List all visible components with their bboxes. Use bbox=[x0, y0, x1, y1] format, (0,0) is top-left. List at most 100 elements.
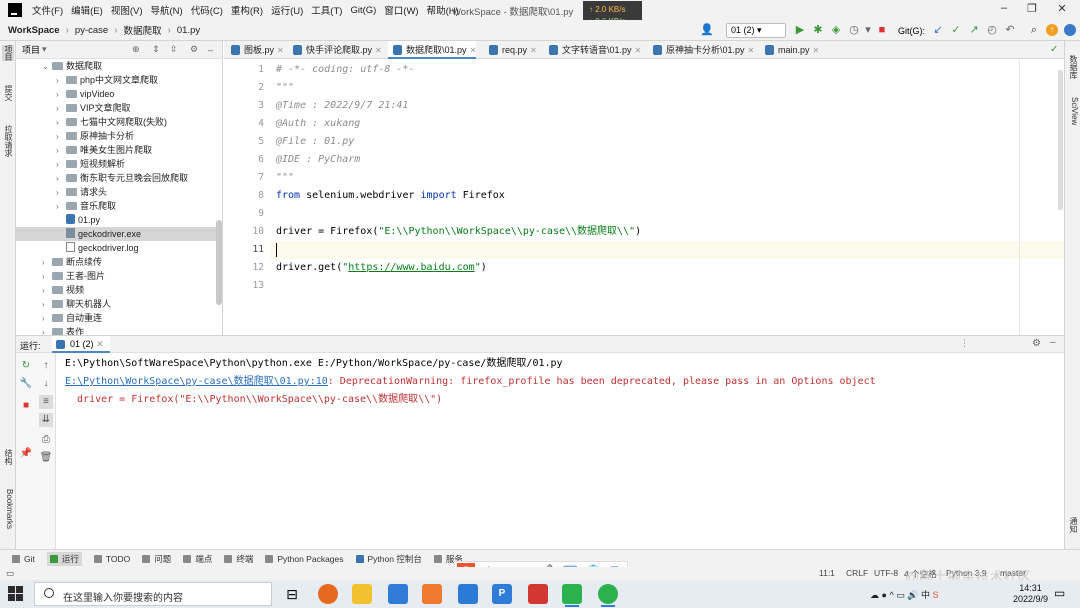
soft-wrap-icon[interactable]: ≡ bbox=[39, 395, 53, 409]
chevron-right-icon[interactable]: › bbox=[42, 256, 52, 270]
notification-center-icon[interactable]: ▭ bbox=[1054, 586, 1065, 600]
breadcrumb-py-case[interactable]: py-case bbox=[75, 25, 108, 36]
breadcrumb-workspace[interactable]: WorkSpace bbox=[8, 25, 60, 36]
tool-python-console[interactable]: Python 控制台 bbox=[355, 553, 422, 565]
tree-item[interactable]: 01.py bbox=[16, 213, 216, 227]
project-header-label[interactable]: 项目 bbox=[22, 43, 40, 56]
chevron-right-icon[interactable]: › bbox=[42, 284, 52, 298]
chevron-right-icon[interactable]: › bbox=[42, 326, 52, 335]
tool-run[interactable]: 运行 bbox=[46, 551, 82, 566]
tree-item[interactable]: › 短视频解析 bbox=[16, 157, 216, 171]
editor-scrollbar[interactable] bbox=[1058, 70, 1063, 210]
git-push-icon[interactable]: ↗ bbox=[968, 24, 980, 36]
menu-run[interactable]: 运行(U) bbox=[267, 3, 307, 17]
inspection-ok-icon[interactable]: ✓ bbox=[1050, 44, 1058, 55]
close-tab-icon[interactable]: ✕ bbox=[748, 46, 755, 55]
tree-item[interactable]: › 表作 bbox=[16, 325, 216, 335]
more-options-icon[interactable]: ⋮ bbox=[960, 338, 969, 349]
stripe-notifications[interactable]: 通知 bbox=[1067, 517, 1079, 533]
git-history-icon[interactable]: ◴ bbox=[986, 24, 998, 36]
pycharm-taskbar-icon[interactable] bbox=[562, 584, 582, 607]
wechat-icon[interactable] bbox=[598, 584, 618, 607]
chevron-right-icon[interactable]: › bbox=[42, 270, 52, 284]
gear-icon[interactable]: ⚙ bbox=[190, 44, 198, 55]
close-tab-icon[interactable]: ✕ bbox=[375, 46, 382, 55]
tree-item[interactable]: geckodriver.exe bbox=[16, 227, 216, 241]
git-rollback-icon[interactable]: ↶ bbox=[1004, 24, 1016, 36]
scroll-to-end-icon[interactable]: ⇊ bbox=[39, 413, 53, 427]
tree-item[interactable]: › 音乐爬取 bbox=[16, 199, 216, 213]
minimize-icon[interactable]: – bbox=[996, 2, 1012, 14]
run-config-select[interactable]: 01 (2) ▾ bbox=[726, 23, 786, 38]
task-view-icon[interactable]: ⊟ bbox=[282, 584, 302, 604]
menu-edit[interactable]: 编辑(E) bbox=[67, 3, 107, 17]
chevron-down-icon[interactable]: ▾ bbox=[42, 44, 47, 55]
hide-panel-icon[interactable]: – bbox=[1050, 337, 1056, 348]
stop-icon[interactable]: ■ bbox=[19, 399, 33, 413]
print-icon[interactable]: ⎙ bbox=[39, 433, 53, 447]
close-tab-icon[interactable]: ✕ bbox=[96, 339, 104, 349]
tree-item[interactable]: › 请求头 bbox=[16, 185, 216, 199]
tree-item[interactable]: › 王者-图片 bbox=[16, 269, 216, 283]
close-tab-icon[interactable]: ✕ bbox=[635, 46, 642, 55]
tree-item[interactable]: › 自动重连 bbox=[16, 311, 216, 325]
store-icon[interactable] bbox=[388, 584, 408, 604]
tree-item[interactable]: › 七猫中文网爬取(失败) bbox=[16, 115, 216, 129]
app-red-icon[interactable] bbox=[528, 584, 548, 604]
network-icon[interactable]: ▭ bbox=[896, 590, 905, 600]
app-orange-icon[interactable] bbox=[422, 584, 442, 604]
close-tab-icon[interactable]: ✕ bbox=[530, 46, 537, 55]
updates-icon[interactable]: ↑ bbox=[1046, 24, 1058, 36]
close-tab-icon[interactable]: ✕ bbox=[470, 46, 477, 55]
menu-code[interactable]: 代码(C) bbox=[187, 3, 227, 17]
maximize-icon[interactable]: ❐ bbox=[1024, 2, 1040, 15]
status-caret-position[interactable]: 11:1 bbox=[819, 568, 835, 578]
run-console[interactable]: E:\Python\SoftWareSpace\Python\python.ex… bbox=[56, 353, 1064, 549]
collapse-icon[interactable]: ⇳ bbox=[170, 44, 178, 55]
console-file-link[interactable]: E:\Python\WorkSpace\py-case\数据爬取\01.py:1… bbox=[65, 376, 328, 387]
git-commit-icon[interactable]: ✓ bbox=[950, 24, 962, 36]
tool-python-packages[interactable]: Python Packages bbox=[265, 554, 344, 564]
code-editor[interactable]: # -*- coding: utf-8 -*- """ @Time : 2022/9… bbox=[270, 59, 1064, 335]
chevron-right-icon[interactable]: › bbox=[56, 102, 66, 116]
chevron-down-icon[interactable]: ⌄ bbox=[42, 60, 52, 74]
scroll-down-icon[interactable]: ↓ bbox=[39, 377, 53, 391]
breadcrumb-folder[interactable]: 数据爬取 bbox=[124, 23, 162, 37]
jetbrains-logo-icon[interactable] bbox=[1064, 24, 1076, 36]
stripe-database[interactable]: 数据库 bbox=[1067, 55, 1079, 79]
wechat-tray-icon[interactable]: ● bbox=[882, 590, 887, 600]
close-icon[interactable]: ✕ bbox=[1054, 2, 1070, 15]
close-tab-icon[interactable]: ✕ bbox=[813, 46, 820, 55]
stripe-sciview[interactable]: SciView bbox=[1067, 97, 1079, 125]
stripe-commit[interactable]: 提交 bbox=[2, 85, 14, 101]
chevron-right-icon[interactable]: › bbox=[42, 312, 52, 326]
collapse-all-icon[interactable]: ⊕ bbox=[132, 44, 140, 55]
chevron-right-icon[interactable]: › bbox=[56, 116, 66, 130]
tree-item[interactable]: › 衡东职专元旦晚会回放爬取 bbox=[16, 171, 216, 185]
chevron-right-icon[interactable]: › bbox=[56, 74, 66, 88]
tab-data-crawl-01[interactable]: 数据爬取\01.py ✕ bbox=[388, 41, 477, 59]
tool-endpoints[interactable]: 端点 bbox=[183, 553, 212, 565]
vscode-icon[interactable] bbox=[458, 584, 478, 604]
menu-tools[interactable]: 工具(T) bbox=[307, 3, 346, 17]
firefox-icon[interactable] bbox=[318, 584, 338, 604]
menu-git[interactable]: Git(G) bbox=[346, 5, 380, 16]
tree-item[interactable]: ⌄ 数据爬取 bbox=[16, 59, 216, 73]
tab-kuaishou[interactable]: 快手评论爬取.py ✕ bbox=[288, 41, 382, 59]
git-update-icon[interactable]: ↙ bbox=[932, 24, 944, 36]
volume-icon[interactable]: 🔊 bbox=[907, 590, 918, 600]
stripe-structure[interactable]: 结构 bbox=[2, 449, 14, 465]
close-tab-icon[interactable]: ✕ bbox=[277, 46, 284, 55]
tree-item[interactable]: › 唯美女生图片爬取 bbox=[16, 143, 216, 157]
file-explorer-icon[interactable] bbox=[352, 584, 372, 604]
chevron-right-icon[interactable]: › bbox=[56, 88, 66, 102]
chevron-right-icon[interactable]: › bbox=[56, 144, 66, 158]
stripe-project[interactable]: 项目 bbox=[2, 45, 14, 61]
menu-refactor[interactable]: 重构(R) bbox=[227, 3, 267, 17]
tool-problems[interactable]: 问题 bbox=[142, 553, 171, 565]
gear-icon[interactable]: ⚙ bbox=[1032, 338, 1041, 349]
hide-panel-icon[interactable]: – bbox=[208, 45, 213, 55]
sogou-tray-icon[interactable]: S bbox=[933, 590, 939, 600]
tab-main[interactable]: main.py ✕ bbox=[760, 41, 819, 59]
tool-todo[interactable]: TODO bbox=[93, 554, 130, 564]
